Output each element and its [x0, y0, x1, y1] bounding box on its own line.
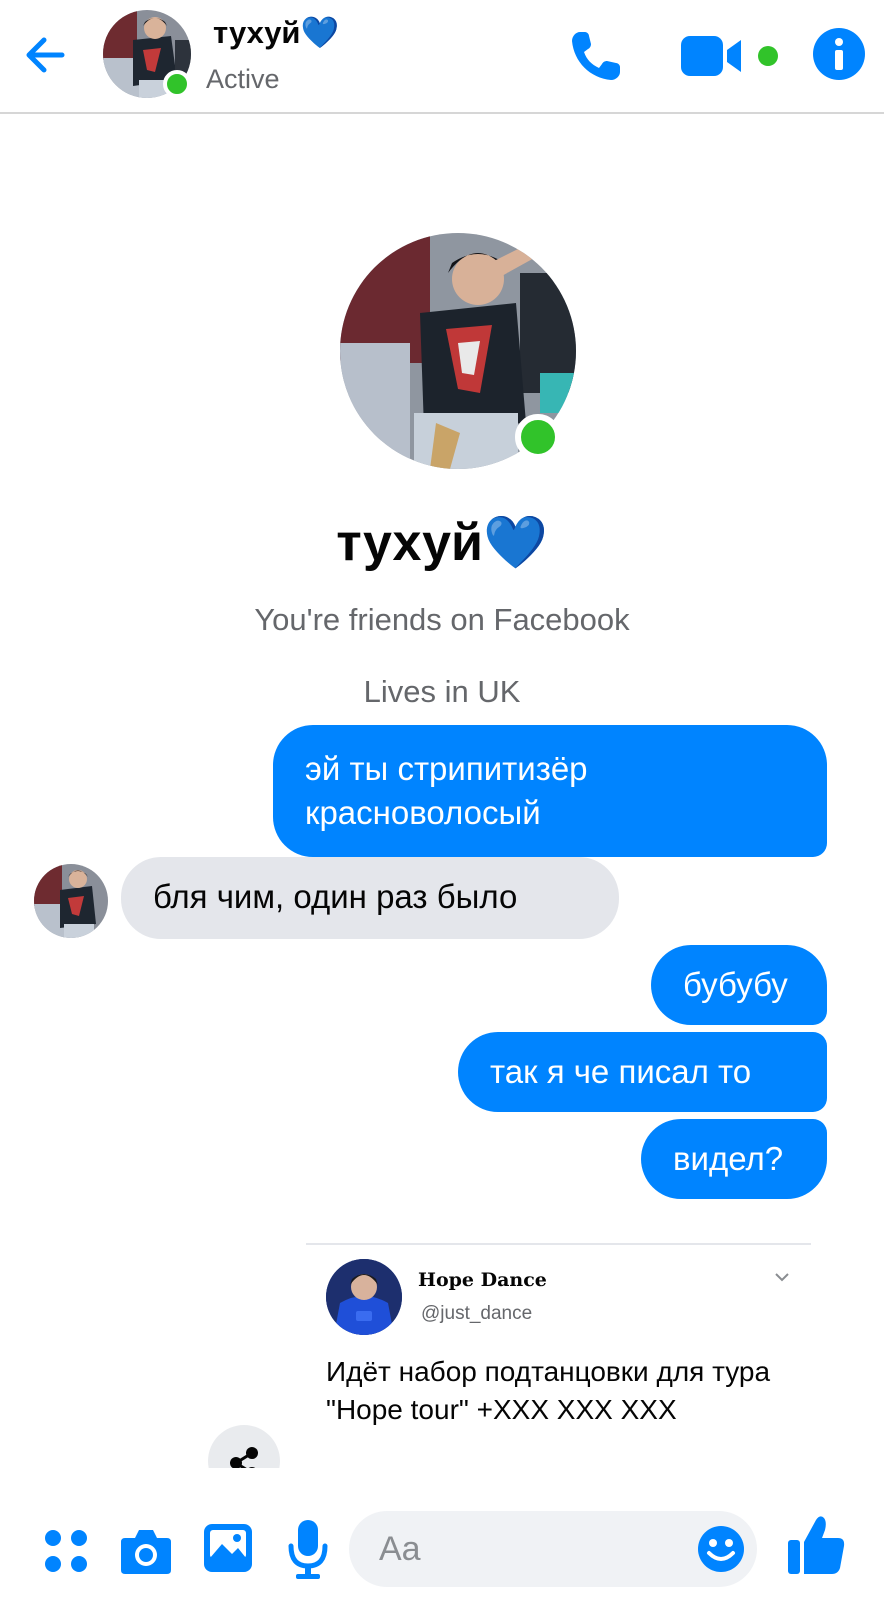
chevron-down-icon[interactable]: [774, 1271, 790, 1283]
back-arrow-icon[interactable]: [18, 28, 72, 82]
thumbs-up-icon[interactable]: [786, 1514, 846, 1576]
contact-status: Active: [206, 64, 280, 94]
post-text: Идёт набор подтанцовки для тура "Hope to…: [326, 1356, 771, 1425]
friends-status-text: You're friends on Facebook: [254, 602, 630, 637]
info-icon[interactable]: [813, 28, 865, 80]
message-input[interactable]: [379, 1525, 679, 1573]
video-active-dot: [758, 46, 778, 66]
emoji-icon[interactable]: [697, 1525, 745, 1573]
contact-name[interactable]: тухуй💙: [213, 14, 339, 51]
camera-icon[interactable]: [119, 1526, 173, 1576]
shared-post-card[interactable]: Hope Dance @just_dance Идёт набор подтан…: [306, 1245, 811, 1467]
outgoing-message-bubble[interactable]: так я че писал то: [458, 1032, 827, 1112]
incoming-sender-avatar[interactable]: [34, 864, 108, 938]
image-icon[interactable]: [202, 1522, 254, 1574]
microphone-icon[interactable]: [288, 1518, 328, 1580]
post-author-name[interactable]: Hope Dance: [418, 1269, 547, 1291]
outgoing-message-bubble[interactable]: видел?: [641, 1119, 827, 1199]
profile-name: тухуй💙: [336, 514, 548, 572]
video-camera-icon[interactable]: [681, 34, 743, 78]
incoming-message-bubble[interactable]: бля чим, один раз было: [121, 857, 619, 939]
post-author-handle[interactable]: @just_dance: [421, 1303, 532, 1325]
outgoing-message-bubble[interactable]: бубубу: [651, 945, 827, 1025]
active-status-dot: [163, 70, 191, 98]
lives-in-text: Lives in UK: [363, 674, 521, 709]
outgoing-message-bubble[interactable]: эй ты стрипитизёр красноволосый: [273, 725, 827, 857]
message-input-container[interactable]: [349, 1511, 757, 1587]
profile-active-dot: [515, 414, 561, 460]
phone-icon[interactable]: [566, 26, 626, 86]
apps-icon[interactable]: [43, 1528, 89, 1574]
chat-header: тухуй💙 Active: [0, 0, 884, 114]
post-author-avatar[interactable]: [326, 1259, 402, 1335]
composer-bar: [0, 1500, 884, 1600]
